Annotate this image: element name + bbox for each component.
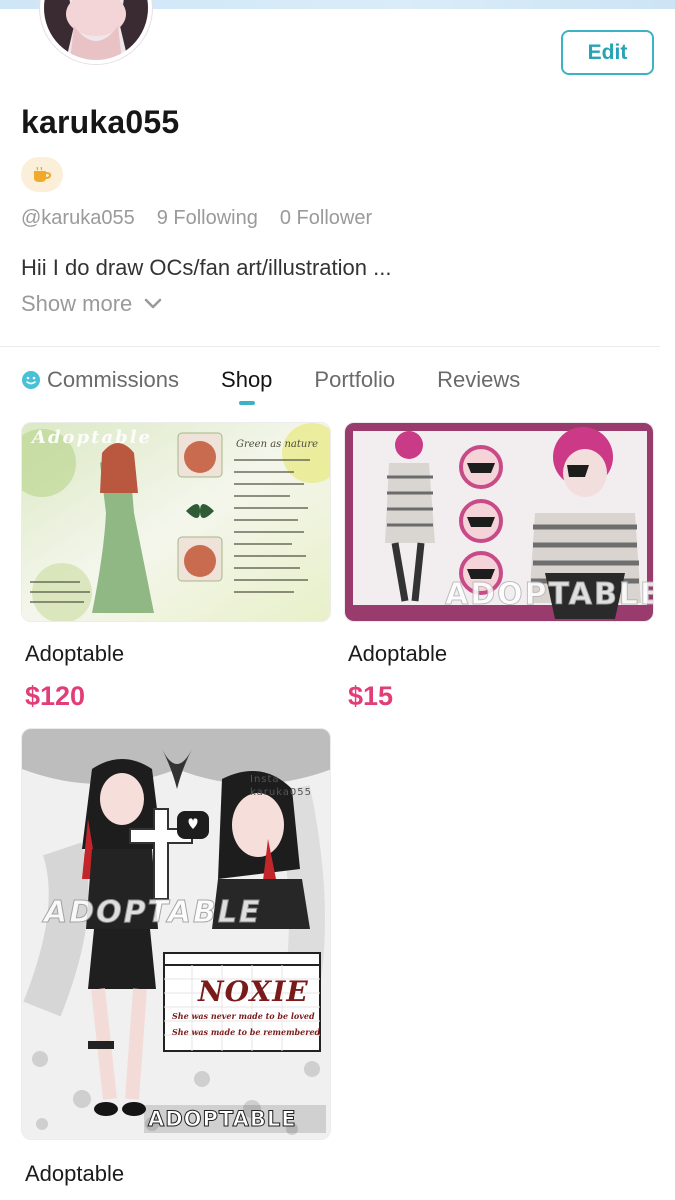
coffee-cup-icon <box>34 166 52 182</box>
avatar[interactable] <box>40 0 152 64</box>
show-more-label: Show more <box>21 291 133 316</box>
tab-portfolio[interactable]: Portfolio <box>314 367 395 393</box>
tab-portfolio-label: Portfolio <box>314 367 396 392</box>
following-count[interactable]: 9 Following <box>157 207 258 233</box>
artwork-line1: She was never made to be loved <box>172 1011 315 1021</box>
product-price: $15 <box>348 681 394 711</box>
artwork-subheading: Green as nature <box>236 439 319 450</box>
tab-commissions[interactable]: Commissions <box>21 367 179 393</box>
artwork-green-character <box>22 423 330 621</box>
tab-shop-label: Shop <box>221 367 273 392</box>
coffee-badge[interactable] <box>21 157 63 192</box>
profile-meta: @karuka055 9 Following 0 Follower <box>21 207 372 233</box>
tab-reviews[interactable]: Reviews <box>437 367 520 393</box>
divider <box>0 346 660 347</box>
artwork-watermark: ADOPTABLE <box>444 577 654 613</box>
artwork-line2: She was made to be remembered <box>172 1027 321 1037</box>
artwork-heading: Adoptable <box>32 427 152 448</box>
product-thumbnail[interactable]: ADOPTABLE Insta karuka055 NOXIE She was … <box>21 728 331 1140</box>
tab-reviews-label: Reviews <box>437 367 521 392</box>
tab-commissions-label: Commissions <box>47 367 180 392</box>
product-price: $120 <box>25 681 86 711</box>
artwork-insta: Insta karuka055 <box>250 774 313 798</box>
show-more-button[interactable]: Show more <box>21 291 162 317</box>
profile-tabs: Commissions Shop Portfolio Reviews <box>21 360 562 400</box>
product-thumbnail[interactable]: ADOPTABLE <box>344 422 654 622</box>
product-title[interactable]: Adoptable <box>25 641 124 667</box>
artwork-watermark: ADOPTABLE <box>43 895 262 931</box>
artwork-name: NOXIE <box>198 975 309 1008</box>
artwork-banner: ADOPTABLE <box>148 1107 297 1132</box>
product-title[interactable]: Adoptable <box>348 641 447 667</box>
profile-page: Edit karuka055 @karuka055 9 Following 0 … <box>0 0 675 1200</box>
edit-profile-button[interactable]: Edit <box>561 30 654 75</box>
follower-count[interactable]: 0 Follower <box>280 207 372 233</box>
chevron-down-icon <box>144 298 162 309</box>
smiley-icon <box>22 371 40 389</box>
tab-shop[interactable]: Shop <box>221 367 272 393</box>
avatar-image <box>44 0 148 60</box>
bio-text: Hii I do draw OCs/fan art/illustration .… <box>21 255 392 280</box>
username: karuka055 <box>21 104 180 140</box>
handle: @karuka055 <box>21 207 135 229</box>
product-title[interactable]: Adoptable <box>25 1161 124 1187</box>
product-thumbnail[interactable]: Adoptable Green as nature <box>21 422 331 622</box>
